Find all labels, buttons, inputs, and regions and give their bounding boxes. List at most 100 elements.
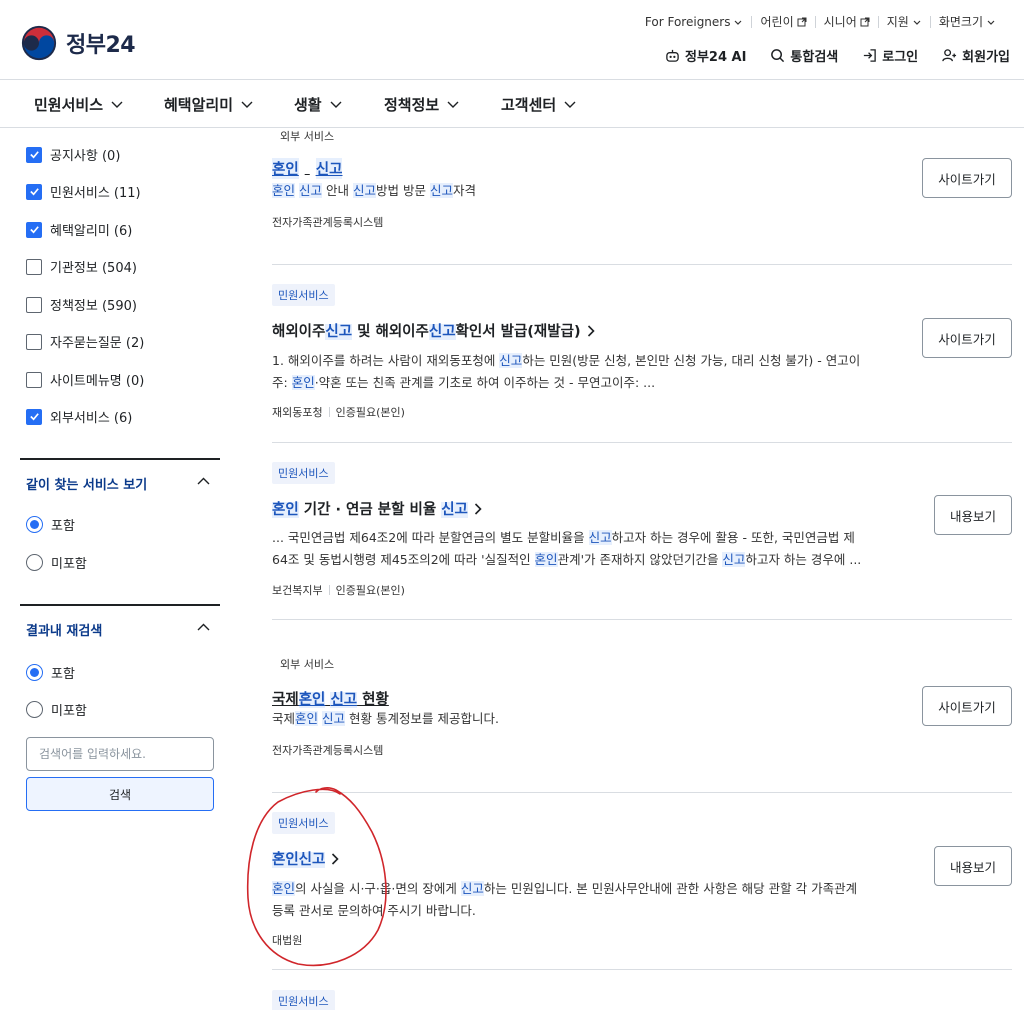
result-category: 외부 서비스 bbox=[280, 130, 335, 143]
filter-agency[interactable]: 기관정보 (504) bbox=[26, 257, 137, 276]
util-senior[interactable]: 시니어 bbox=[814, 16, 878, 28]
related-exclude-option[interactable]: 미포함 bbox=[26, 553, 87, 572]
filter-label: 민원서비스 (11) bbox=[50, 186, 141, 201]
result-agency: 재외동포청 bbox=[272, 406, 323, 419]
filter-label: 공지사항 (0) bbox=[50, 149, 121, 164]
result-desc: 혼인의 사실을 시·구·읍·면의 장에게 신고하는 민원입니다. 본 민원사무안… bbox=[272, 881, 858, 918]
result-desc: 국제혼인 신고 현황 통계정보를 제공합니다. bbox=[272, 711, 499, 726]
gnb-benefits-label: 혜택알리미 bbox=[164, 96, 234, 114]
external-link-icon bbox=[860, 17, 870, 27]
re-search-include-option[interactable]: 포함 bbox=[26, 663, 75, 682]
result-title[interactable]: 해외이주신고 및 해외이주신고확인서 발급(재발급) bbox=[272, 320, 595, 341]
checkbox-unchecked[interactable] bbox=[26, 258, 42, 275]
filter-benefits[interactable]: 혜택알리미 (6) bbox=[26, 220, 132, 239]
top-navigation: 정부24 AI 통합검색 로그인 회원가입 bbox=[665, 46, 1010, 65]
site-header: 정부24 For Foreigners 어린이 시니어 지원 화면크기 정부24… bbox=[0, 0, 1024, 80]
util-foreigners[interactable]: For Foreigners bbox=[645, 16, 752, 28]
gnb-life[interactable]: 생활 bbox=[294, 94, 342, 115]
check-icon bbox=[29, 226, 39, 234]
radio-unselected[interactable] bbox=[26, 554, 43, 571]
checkbox-checked[interactable] bbox=[26, 183, 42, 200]
result-category: 외부 서비스 bbox=[280, 658, 335, 671]
result-title[interactable]: 혼인신고 bbox=[272, 848, 340, 869]
result-desc: ... 국민연금법 제64조2에 따라 분할연금의 별도 분할비율을 신고하고자… bbox=[272, 530, 862, 567]
re-search-button[interactable]: 검색 bbox=[26, 777, 214, 811]
gnb-benefits[interactable]: 혜택알리미 bbox=[164, 94, 253, 115]
related-include-option[interactable]: 포함 bbox=[26, 515, 75, 534]
filter-label: 혜택알리미 (6) bbox=[50, 224, 133, 239]
gnb-civil-service-label: 민원서비스 bbox=[34, 96, 104, 114]
result-desc: 1. 해외이주를 하려는 사람이 재외동포청에 신고하는 민원(방문 신청, 본… bbox=[272, 353, 861, 390]
site-link-button[interactable]: 사이트가기 bbox=[922, 686, 1012, 726]
filter-civil-service[interactable]: 민원서비스 (11) bbox=[26, 182, 141, 201]
view-content-button[interactable]: 내용보기 bbox=[934, 846, 1012, 886]
integrated-search-button[interactable]: 통합검색 bbox=[770, 46, 838, 65]
user-plus-icon bbox=[942, 49, 957, 62]
filter-external[interactable]: 외부서비스 (6) bbox=[26, 407, 132, 426]
radio-label: 포함 bbox=[51, 519, 75, 534]
filter-notice[interactable]: 공지사항 (0) bbox=[26, 145, 120, 164]
utility-menu: For Foreigners 어린이 시니어 지원 화면크기 bbox=[645, 16, 1004, 28]
result-agency: 전자가족관계등록시스템 bbox=[272, 216, 384, 229]
result-title[interactable]: 혼인 신고 bbox=[272, 158, 343, 179]
result-auth: 인증필요(본인) bbox=[335, 584, 405, 597]
util-support-label: 지원 bbox=[886, 15, 909, 29]
chevron-down-icon bbox=[330, 101, 342, 108]
signup-button[interactable]: 회원가입 bbox=[942, 46, 1010, 65]
result-category-badge: 민원서비스 bbox=[272, 284, 335, 306]
check-icon bbox=[29, 188, 39, 196]
checkbox-checked[interactable] bbox=[26, 408, 42, 425]
radio-label: 미포함 bbox=[51, 557, 87, 572]
re-search-title[interactable]: 결과내 재검색 bbox=[26, 620, 102, 639]
site-link-button[interactable]: 사이트가기 bbox=[922, 318, 1012, 358]
taegeuk-logo-icon bbox=[20, 24, 58, 62]
re-search-input[interactable] bbox=[26, 737, 214, 771]
util-kids[interactable]: 어린이 bbox=[751, 16, 814, 28]
gnb-customer-center-label: 고객센터 bbox=[501, 96, 557, 114]
radio-label: 미포함 bbox=[51, 704, 87, 719]
related-services-title[interactable]: 같이 찾는 서비스 보기 bbox=[26, 474, 147, 493]
radio-selected[interactable] bbox=[26, 516, 43, 533]
gnb-civil-service[interactable]: 민원서비스 bbox=[34, 94, 123, 115]
result-title[interactable]: 혼인 기간 · 연금 분할 비율 신고 bbox=[272, 498, 482, 519]
chevron-up-icon[interactable] bbox=[197, 477, 210, 485]
site-logo[interactable]: 정부24 bbox=[20, 24, 136, 62]
section-divider bbox=[20, 604, 220, 606]
chevron-down-icon bbox=[564, 101, 576, 108]
chevron-right-icon bbox=[332, 852, 340, 865]
filter-label: 기관정보 (504) bbox=[50, 261, 137, 276]
radio-unselected[interactable] bbox=[26, 701, 43, 718]
gnb-life-label: 생활 bbox=[294, 96, 322, 114]
filter-policy[interactable]: 정책정보 (590) bbox=[26, 295, 137, 314]
gnb-policy-label: 정책정보 bbox=[384, 96, 440, 114]
check-icon bbox=[29, 413, 39, 421]
checkbox-unchecked[interactable] bbox=[26, 371, 42, 388]
ai-label: 정부24 AI bbox=[684, 50, 747, 65]
result-title[interactable]: 국제혼인 신고 현황 bbox=[272, 688, 389, 709]
view-content-button[interactable]: 내용보기 bbox=[934, 495, 1012, 535]
filter-faq[interactable]: 자주묻는질문 (2) bbox=[26, 332, 144, 351]
util-support[interactable]: 지원 bbox=[877, 15, 930, 29]
result-divider bbox=[272, 619, 1012, 620]
gnb-policy[interactable]: 정책정보 bbox=[384, 94, 459, 115]
checkbox-checked[interactable] bbox=[26, 146, 42, 163]
login-button[interactable]: 로그인 bbox=[862, 46, 918, 65]
chevron-right-icon bbox=[474, 502, 482, 515]
checkbox-unchecked[interactable] bbox=[26, 296, 42, 313]
chevron-right-icon bbox=[587, 324, 595, 337]
checkbox-checked[interactable] bbox=[26, 221, 42, 238]
ai-button[interactable]: 정부24 AI bbox=[665, 46, 746, 65]
result-category-badge: 민원서비스 bbox=[272, 812, 335, 834]
result-auth: 인증필요(본인) bbox=[335, 406, 405, 419]
external-link-icon bbox=[797, 17, 807, 27]
filter-label: 외부서비스 (6) bbox=[50, 411, 133, 426]
login-icon bbox=[864, 49, 877, 62]
gnb-customer-center[interactable]: 고객센터 bbox=[501, 94, 576, 115]
chevron-up-icon[interactable] bbox=[197, 623, 210, 631]
checkbox-unchecked[interactable] bbox=[26, 333, 42, 350]
re-search-exclude-option[interactable]: 미포함 bbox=[26, 700, 87, 719]
radio-selected[interactable] bbox=[26, 664, 43, 681]
filter-site-menu[interactable]: 사이트메뉴명 (0) bbox=[26, 370, 144, 389]
site-link-button[interactable]: 사이트가기 bbox=[922, 158, 1012, 198]
util-screen-size[interactable]: 화면크기 bbox=[929, 16, 1004, 28]
